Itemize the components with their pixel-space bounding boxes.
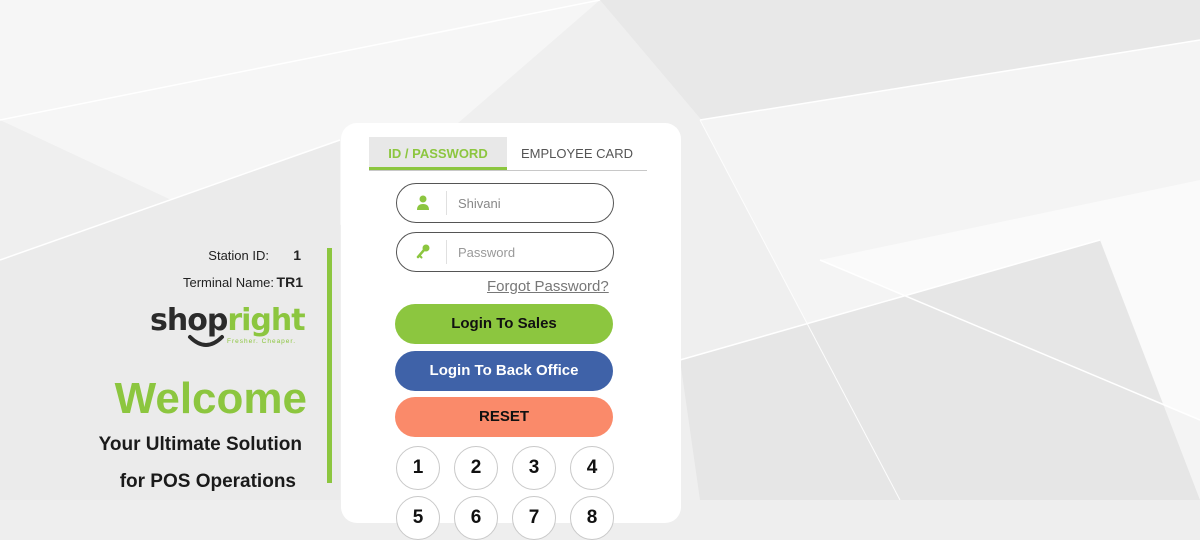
keypad-key-7[interactable]: 7 — [512, 496, 556, 540]
welcome-heading: Welcome — [114, 374, 307, 423]
login-tabs: ID / PASSWORD EMPLOYEE CARD — [369, 137, 647, 171]
shopright-logo: shopright Fresher. Cheaper. — [150, 305, 310, 353]
terminal-name-label: Terminal Name: — [182, 275, 274, 290]
login-to-sales-button[interactable]: Login To Sales — [395, 304, 613, 344]
keypad-key-8[interactable]: 8 — [570, 496, 614, 540]
forgot-password-link[interactable]: Forgot Password? — [487, 278, 609, 295]
tab-id-password[interactable]: ID / PASSWORD — [369, 137, 507, 170]
login-to-back-office-button[interactable]: Login To Back Office — [395, 351, 613, 391]
keypad-key-5[interactable]: 5 — [396, 496, 440, 540]
username-input[interactable] — [458, 192, 598, 214]
password-separator — [446, 240, 447, 264]
keypad-key-2[interactable]: 2 — [454, 446, 498, 490]
username-field[interactable] — [396, 183, 614, 223]
welcome-subtitle-line1: Your Ultimate Solution — [98, 434, 302, 455]
keypad-key-6[interactable]: 6 — [454, 496, 498, 540]
terminal-name-value: TR1 — [276, 274, 303, 290]
user-icon — [417, 195, 429, 210]
username-separator — [446, 191, 447, 215]
key-icon — [416, 244, 430, 259]
station-id-value: 1 — [293, 247, 301, 263]
keypad-key-4[interactable]: 4 — [570, 446, 614, 490]
reset-button[interactable]: RESET — [395, 397, 613, 437]
station-id-label: Station ID: — [208, 248, 269, 263]
logo-wordmark: shopright — [150, 303, 306, 338]
keypad-key-3[interactable]: 3 — [512, 446, 556, 490]
logo-smile-icon — [188, 335, 224, 347]
login-card: ID / PASSWORD EMPLOYEE CARD Forgot Passw… — [341, 123, 681, 540]
logo-tagline: Fresher. Cheaper. — [227, 338, 297, 345]
welcome-subtitle-line2: for POS Operations — [119, 471, 296, 492]
tab-employee-card[interactable]: EMPLOYEE CARD — [507, 137, 647, 169]
keypad-key-1[interactable]: 1 — [396, 446, 440, 490]
password-input[interactable] — [458, 241, 598, 263]
accent-divider — [327, 248, 332, 483]
password-field[interactable] — [396, 232, 614, 272]
